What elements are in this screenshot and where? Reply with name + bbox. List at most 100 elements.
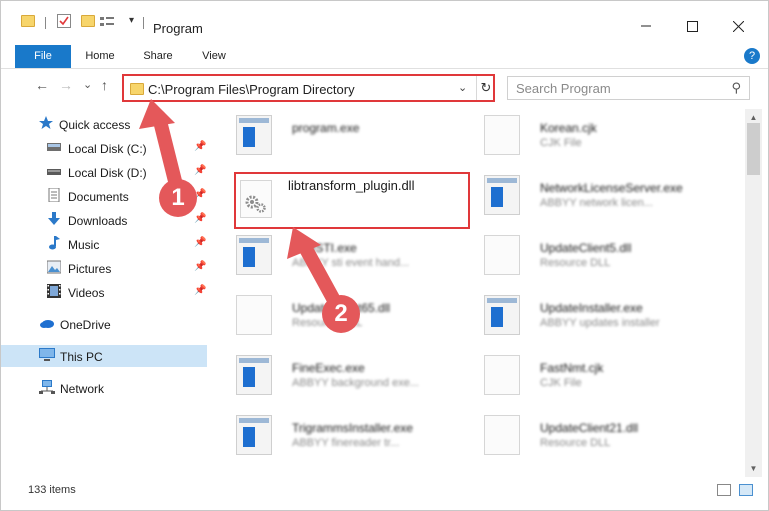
file-item[interactable]: NetworkLicenseServer.exe ABBYY network l… xyxy=(484,171,724,223)
new-folder-icon[interactable] xyxy=(81,15,95,27)
exe-file-icon xyxy=(236,115,272,155)
explorer-window: ▾ Program File Home Share View ? ← → ⌄ ↑… xyxy=(0,0,769,511)
pin-icon[interactable]: 📌 xyxy=(194,141,206,152)
pin-icon[interactable]: 📌 xyxy=(194,285,206,296)
item-count: 133 items xyxy=(28,484,76,496)
file-item[interactable]: UpdateClient21.dll Resource DLL xyxy=(484,411,724,463)
sidebar-item-label: OneDrive xyxy=(60,318,111,332)
scroll-thumb[interactable] xyxy=(747,123,760,175)
up-button[interactable]: ↑ xyxy=(101,77,108,93)
address-bar[interactable]: C:\Program Files\Program Directory ⌄ ↻ xyxy=(122,74,495,102)
scroll-down-arrow[interactable]: ▼ xyxy=(745,460,762,477)
videos-icon xyxy=(47,284,61,298)
highlighted-file-box[interactable]: libtransform_plugin.dll xyxy=(234,172,470,229)
sidebar-item-onedrive[interactable]: OneDrive xyxy=(1,313,207,335)
file-description: ABBYY updates installer xyxy=(540,317,660,329)
dll-file-icon xyxy=(484,235,520,275)
tab-home[interactable]: Home xyxy=(79,45,121,68)
properties-icon[interactable] xyxy=(57,14,71,28)
sidebar-item-videos[interactable]: Videos 📌 xyxy=(1,281,207,303)
file-name: FineExec.exe xyxy=(292,361,365,375)
separator xyxy=(143,17,144,29)
help-button[interactable]: ? xyxy=(744,48,760,64)
drive-icon xyxy=(47,143,61,151)
file-name: FineSTI.exe xyxy=(292,241,357,255)
file-item[interactable]: UpdateInstaller.exe ABBYY updates instal… xyxy=(484,291,724,343)
tab-share[interactable]: Share xyxy=(137,45,179,68)
dll-file-icon xyxy=(236,295,272,335)
vertical-scrollbar[interactable]: ▲ ▼ xyxy=(745,109,762,477)
details-view-button[interactable] xyxy=(717,484,731,496)
file-description: Resource DLL xyxy=(540,437,611,449)
address-dropdown-icon[interactable]: ⌄ xyxy=(458,81,467,94)
step-1-badge: 1 xyxy=(159,179,197,217)
pin-icon[interactable]: 📌 xyxy=(194,237,206,248)
document-file-icon xyxy=(484,115,520,155)
tab-file[interactable]: File xyxy=(15,45,71,68)
sidebar-item-local-disk-c[interactable]: Local Disk (C:) 📌 xyxy=(1,137,207,159)
sidebar-item-quick-access[interactable]: Quick access xyxy=(1,113,207,135)
sidebar-item-label: Local Disk (C:) xyxy=(68,142,147,156)
file-name: NetworkLicenseServer.exe xyxy=(540,181,683,195)
customize-icon[interactable] xyxy=(100,16,118,26)
sidebar-item-music[interactable]: Music 📌 xyxy=(1,233,207,255)
documents-icon xyxy=(48,188,60,202)
file-description: Resource DLL xyxy=(540,257,611,269)
recent-locations-button[interactable]: ⌄ xyxy=(83,78,92,91)
file-name: program.exe xyxy=(292,121,360,135)
refresh-button[interactable]: ↻ xyxy=(476,76,495,100)
minimize-button[interactable] xyxy=(623,11,669,41)
file-item[interactable]: UpdateClient5.dll Resource DLL xyxy=(484,231,724,283)
sidebar-item-label: Pictures xyxy=(68,262,112,276)
sidebar-item-label: Documents xyxy=(68,190,129,204)
back-button[interactable]: ← xyxy=(35,77,49,93)
downloads-icon xyxy=(48,212,60,225)
file-name: UpdateClient21.dll xyxy=(540,421,639,435)
file-item[interactable]: FineSTI.exe ABBYY sti event hand... xyxy=(236,231,476,283)
title-bar: ▾ Program xyxy=(1,1,768,41)
sidebar-item-label: Videos xyxy=(68,286,105,300)
star-icon xyxy=(39,116,53,129)
pin-icon[interactable]: 📌 xyxy=(194,213,206,224)
address-path[interactable]: C:\Program Files\Program Directory xyxy=(148,82,355,97)
music-icon xyxy=(49,236,60,250)
forward-button[interactable]: → xyxy=(59,77,73,93)
exe-file-icon xyxy=(484,295,520,335)
folder-icon xyxy=(130,83,144,95)
close-button[interactable] xyxy=(715,11,761,41)
file-item[interactable]: Korean.cjk CJK File xyxy=(484,111,724,163)
file-item[interactable]: FastNmt.cjk CJK File xyxy=(484,351,724,403)
large-icons-view-button[interactable] xyxy=(739,484,753,496)
sidebar-item-label: Music xyxy=(68,238,100,252)
sidebar-item-pictures[interactable]: Pictures 📌 xyxy=(1,257,207,279)
sidebar-item-network[interactable]: Network xyxy=(1,377,207,399)
exe-file-icon xyxy=(236,355,272,395)
network-icon xyxy=(39,380,55,394)
window-title: Program xyxy=(153,21,203,36)
maximize-button[interactable] xyxy=(669,11,715,41)
sidebar-item-label: Quick access xyxy=(59,118,131,132)
file-item[interactable]: FineExec.exe ABBYY background exe... xyxy=(236,351,476,403)
sidebar-item-this-pc[interactable]: This PC xyxy=(1,345,207,367)
file-item[interactable]: program.exe xyxy=(236,111,476,163)
file-item[interactable]: TrigrammsInstaller.exe ABBYY finereader … xyxy=(236,411,476,463)
search-icon[interactable]: ⚲ xyxy=(731,80,741,96)
pin-icon[interactable]: 📌 xyxy=(194,261,206,272)
exe-file-icon xyxy=(484,175,520,215)
sidebar-item-label: This PC xyxy=(60,350,103,364)
exe-file-icon xyxy=(236,415,272,455)
file-list: program.exe Korean.cjk CJK File NetworkL… xyxy=(210,109,745,477)
file-name: libtransform_plugin.dll xyxy=(288,178,415,193)
sidebar-item-label: Downloads xyxy=(68,214,128,228)
tab-view[interactable]: View xyxy=(193,45,235,68)
pin-icon[interactable]: 📌 xyxy=(194,165,206,176)
file-description: ABBYY network licen... xyxy=(540,197,653,209)
cloud-icon xyxy=(40,320,54,328)
file-description: CJK File xyxy=(540,137,582,149)
file-item-libtransform-plugin[interactable]: libtransform_plugin.dll xyxy=(240,176,480,228)
search-input[interactable] xyxy=(508,77,723,99)
gear-icon xyxy=(245,195,266,213)
file-description: ABBYY background exe... xyxy=(292,377,419,389)
search-box[interactable]: ⚲ xyxy=(507,76,750,100)
qa-dropdown-icon[interactable]: ▾ xyxy=(129,15,134,26)
